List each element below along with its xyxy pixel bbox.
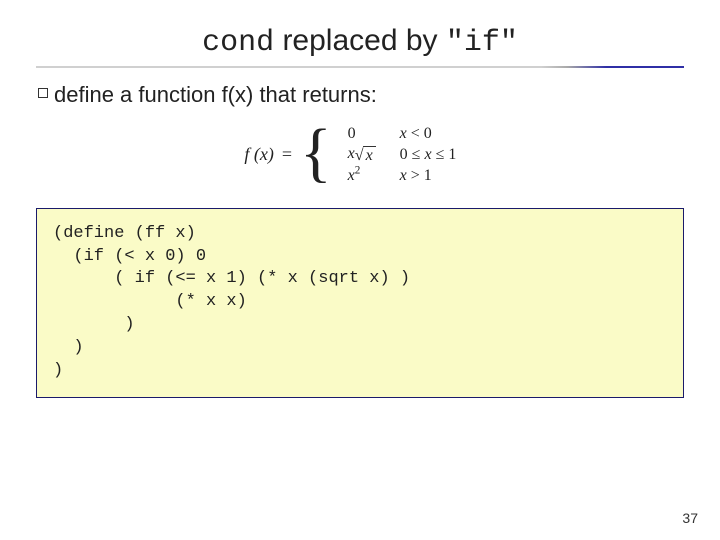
sqrt-icon: √x <box>355 146 376 165</box>
code-block: (define (ff x) (if (< x 0) 0 ( if (<= x … <box>36 208 684 399</box>
equation-cases: 0 x < 0 x√x 0 ≤ x ≤ 1 x2 x > 1 <box>338 124 476 186</box>
equals-sign: = <box>280 144 294 165</box>
title-underline <box>36 66 684 68</box>
square-bullet-icon <box>38 88 48 98</box>
case-expr: x√x <box>338 144 390 166</box>
case-row: x2 x > 1 <box>338 166 476 186</box>
case-cond: x > 1 <box>390 166 476 186</box>
title-mid: replaced by <box>274 24 446 57</box>
bullet-row: define a function f(x) that returns: <box>38 82 684 108</box>
slide: cond replaced by "if" define a function … <box>0 0 720 540</box>
title-code-cond: cond <box>202 26 274 60</box>
left-brace-icon: { <box>300 123 332 183</box>
slide-title: cond replaced by "if" <box>36 24 684 60</box>
case-cond: x < 0 <box>390 124 476 144</box>
case-row: x√x 0 ≤ x ≤ 1 <box>338 144 476 166</box>
title-code-if: "if" <box>446 26 518 60</box>
case-cond: 0 ≤ x ≤ 1 <box>390 144 476 166</box>
bullet-text: define a function f(x) that returns: <box>54 82 377 108</box>
page-number: 37 <box>682 510 698 526</box>
piecewise-equation: f (x) = { 0 x < 0 x√x 0 ≤ x ≤ 1 x2 x > <box>36 124 684 186</box>
case-expr: 0 <box>338 124 390 144</box>
case-row: 0 x < 0 <box>338 124 476 144</box>
equation-lhs: f (x) <box>244 144 274 165</box>
case-expr: x2 <box>338 166 390 186</box>
